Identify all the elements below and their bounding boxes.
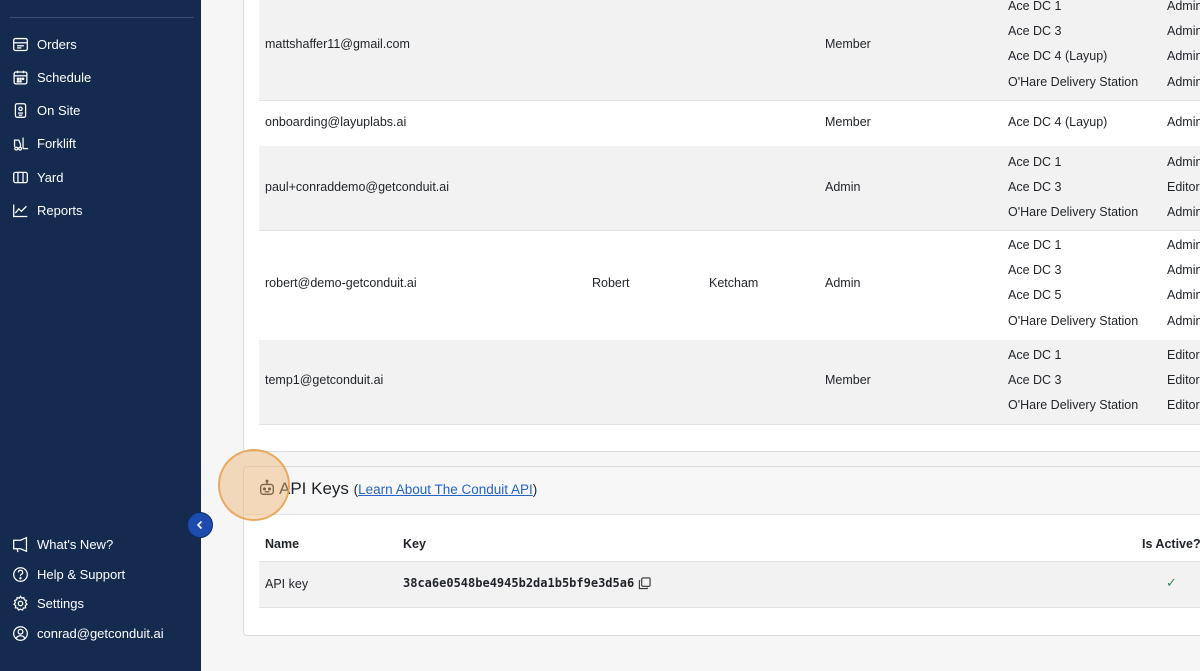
sidebar-item-on-site[interactable]: On Site: [12, 99, 80, 121]
user-role: Admin: [825, 180, 861, 194]
learn-api-link[interactable]: Learn About The Conduit API: [358, 482, 533, 497]
location-name: Ace DC 4 (Layup): [1008, 115, 1108, 129]
location-name: Ace DC 1: [1008, 0, 1062, 13]
megaphone-icon: [13, 536, 28, 552]
forklift-icon: [13, 137, 29, 151]
api-keys-heading: API Keys: [279, 479, 349, 498]
active-check-icon: ✓: [1166, 575, 1177, 590]
api-keys-title: API Keys (Learn About The Conduit API): [279, 479, 537, 499]
location-name: Ace DC 1: [1008, 348, 1062, 362]
location-role: Admin: [1167, 115, 1200, 129]
location-role: Admin: [1167, 205, 1200, 219]
location-name: O'Hare Delivery Station: [1008, 314, 1139, 328]
sidebar-item-label: Settings: [37, 595, 84, 611]
location-name: Ace DC 1: [1008, 238, 1062, 252]
sidebar-item-reports[interactable]: Reports: [12, 199, 83, 221]
location-name: Ace DC 3: [1008, 180, 1062, 194]
location-name: O'Hare Delivery Station: [1008, 75, 1139, 89]
location-role: Admin: [1167, 263, 1200, 277]
close-paren: ): [532, 482, 538, 497]
sidebar-item-label: Yard: [37, 169, 64, 185]
user-email: robert@demo-getconduit.ai: [265, 276, 417, 290]
sidebar: Orders Schedule On Site Forklift Yard Re…: [0, 0, 201, 671]
user-email: paul+conraddemo@getconduit.ai: [265, 180, 449, 194]
location-name: Ace DC 3: [1008, 24, 1062, 38]
location-role: Editor: [1167, 348, 1200, 362]
chevron-left-icon: [196, 520, 203, 530]
sidebar-item-account[interactable]: conrad@getconduit.ai: [12, 622, 164, 644]
api-keys-header: API Keys (Learn About The Conduit API): [244, 467, 1200, 515]
api-key-name: API key: [265, 577, 309, 591]
location-role: Admin: [1167, 314, 1200, 328]
api-key-value: 38ca6e0548be4945b2da1b5bf9e3d5a6: [403, 576, 635, 590]
location-role: Admin: [1167, 75, 1200, 89]
sidebar-item-label: What's New?: [37, 536, 114, 552]
location-role: Admin: [1167, 288, 1200, 302]
table-row[interactable]: API key 38ca6e0548be4945b2da1b5bf9e3d5a6…: [259, 561, 1200, 608]
sidebar-item-schedule[interactable]: Schedule: [12, 66, 91, 88]
column-header-active: Is Active?: [1142, 537, 1200, 551]
user-first-name: Robert: [592, 276, 630, 290]
sidebar-collapse-button[interactable]: [187, 512, 213, 538]
sidebar-item-label: conrad@getconduit.ai: [37, 625, 164, 641]
location-role: Editor: [1167, 398, 1200, 412]
location-role: Admin: [1167, 155, 1200, 169]
sidebar-item-help[interactable]: Help & Support: [12, 563, 125, 585]
location-role: Editor: [1167, 180, 1200, 194]
column-header-name: Name: [265, 537, 300, 551]
sidebar-item-forklift[interactable]: Forklift: [12, 132, 76, 154]
location-role: Admin: [1167, 49, 1200, 63]
user-last-name: Ketcham: [709, 276, 759, 290]
sidebar-item-label: On Site: [37, 102, 81, 118]
table-row[interactable]: robert@demo-getconduit.ai Robert Ketcham…: [259, 230, 1200, 341]
location-role: Admin: [1167, 0, 1200, 13]
api-key-value-cell: 38ca6e0548be4945b2da1b5bf9e3d5a6: [403, 576, 651, 590]
sidebar-item-label: Schedule: [37, 69, 92, 85]
user-email: mattshaffer11@gmail.com: [265, 37, 410, 51]
robot-icon: [260, 479, 274, 495]
user-role: Admin: [825, 276, 861, 290]
orders-icon: [13, 37, 28, 51]
location-role: Editor: [1167, 373, 1200, 387]
help-icon: [13, 566, 28, 582]
table-row[interactable]: mattshaffer11@gmail.com Member Ace DC 1 …: [259, 0, 1200, 101]
gear-icon: [13, 594, 28, 611]
copy-icon[interactable]: [638, 577, 651, 590]
location-name: Ace DC 3: [1008, 373, 1062, 387]
location-name: Ace DC 4 (Layup): [1008, 49, 1108, 63]
sidebar-item-label: Reports: [37, 202, 83, 218]
user-email: temp1@getconduit.ai: [265, 373, 384, 387]
location-name: Ace DC 5: [1008, 288, 1062, 302]
users-table: mattshaffer11@gmail.com Member Ace DC 1 …: [243, 0, 1200, 452]
location-name: Ace DC 1: [1008, 155, 1062, 169]
on-site-icon: [14, 102, 27, 118]
location-role: Admin: [1167, 238, 1200, 252]
user-icon: [13, 625, 28, 641]
table-row[interactable]: onboarding@layuplabs.ai Member Ace DC 4 …: [259, 100, 1200, 147]
location-role: Admin: [1167, 24, 1200, 38]
yard-icon: [13, 171, 28, 183]
user-role: Member: [825, 115, 871, 129]
table-row[interactable]: temp1@getconduit.ai Member Ace DC 1 Edit…: [259, 340, 1200, 425]
location-name: O'Hare Delivery Station: [1008, 205, 1139, 219]
sidebar-item-settings[interactable]: Settings: [12, 592, 84, 614]
location-name: O'Hare Delivery Station: [1008, 398, 1139, 412]
user-role: Member: [825, 37, 871, 51]
table-row[interactable]: paul+conraddemo@getconduit.ai Admin Ace …: [259, 146, 1200, 231]
calendar-icon: [13, 70, 28, 85]
sidebar-item-label: Orders: [37, 36, 77, 52]
sidebar-item-whats-new[interactable]: What's New?: [12, 533, 113, 555]
user-role: Member: [825, 373, 871, 387]
chart-line-icon: [13, 204, 28, 217]
user-email: onboarding@layuplabs.ai: [265, 115, 407, 129]
sidebar-item-label: Help & Support: [37, 566, 126, 582]
api-keys-card: API Keys (Learn About The Conduit API) N…: [243, 466, 1200, 636]
sidebar-item-orders[interactable]: Orders: [12, 33, 77, 55]
sidebar-item-yard[interactable]: Yard: [12, 166, 64, 188]
sidebar-divider: [10, 17, 194, 18]
location-name: Ace DC 3: [1008, 263, 1062, 277]
column-header-key: Key: [403, 537, 426, 551]
sidebar-item-label: Forklift: [37, 135, 76, 151]
